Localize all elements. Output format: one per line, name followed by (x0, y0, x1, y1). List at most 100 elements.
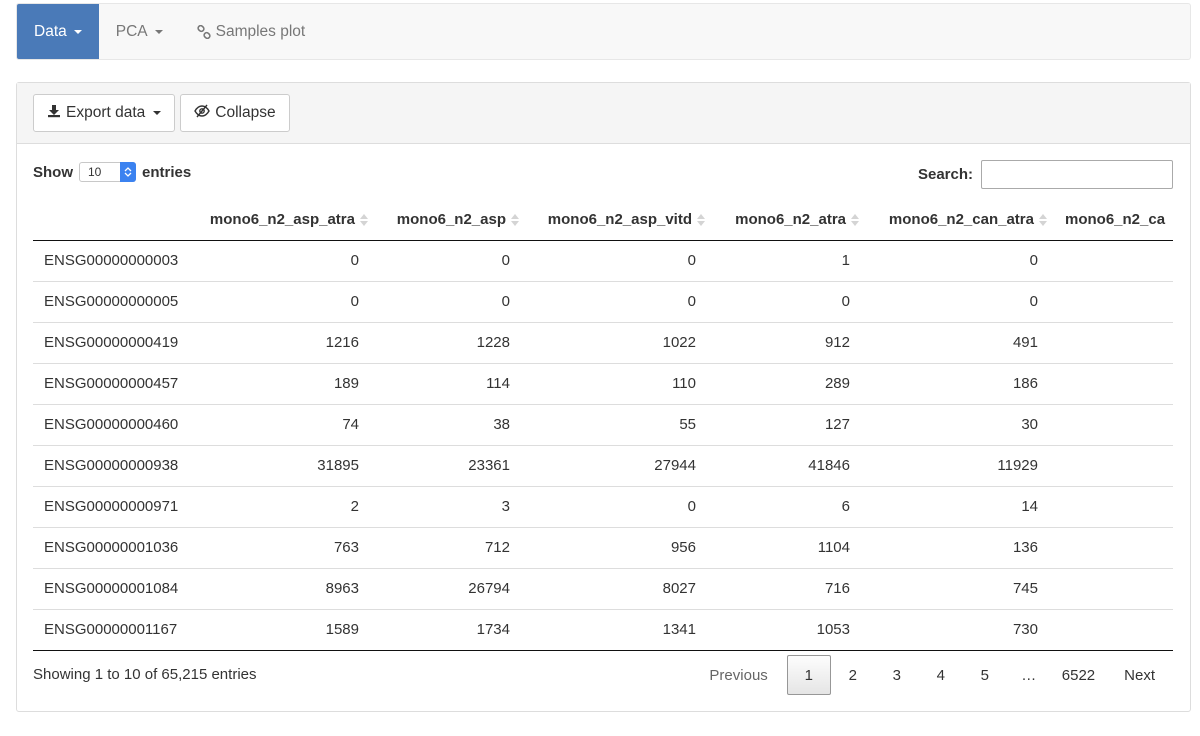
table-cell: 3 (1051, 568, 1173, 610)
collapse-label: Collapse (215, 104, 276, 121)
panel-heading: Export data Collapse (17, 83, 1190, 144)
page-button-2[interactable]: 2 (831, 655, 875, 695)
table-row: ENSG00000000457 189 114 110 289 186 (33, 363, 1173, 405)
table-cell: 3 (372, 486, 523, 528)
table-cell: 1341 (523, 609, 709, 651)
tab-data[interactable]: Data (17, 4, 99, 59)
tab-samples-plot[interactable]: Samples plot (180, 4, 323, 59)
table-cell (1051, 404, 1173, 446)
table-cell: 0 (372, 240, 523, 282)
table-cell: 1589 (195, 609, 372, 651)
table-cell: 55 (523, 404, 709, 446)
export-data-button[interactable]: Export data (33, 94, 176, 132)
column-header[interactable]: mono6_n2_asp (372, 200, 523, 241)
gene-id-cell: ENSG00000000971 (33, 486, 195, 528)
table-cell: 0 (863, 240, 1051, 282)
gene-id-cell: ENSG00000000003 (33, 240, 195, 282)
table-info: Showing 1 to 10 of 65,215 entries (33, 666, 257, 683)
page-button-3[interactable]: 3 (875, 655, 919, 695)
page-button-1[interactable]: 1 (786, 655, 831, 695)
table-cell: 0 (195, 240, 372, 282)
table-cell: 0 (523, 240, 709, 282)
top-navbar: Data PCA Samples plot (16, 3, 1191, 60)
previous-page-button[interactable]: Previous (690, 655, 786, 695)
page-button-5[interactable]: 5 (963, 655, 1007, 695)
table-cell: 1 (709, 240, 863, 282)
table-cell: 289 (709, 363, 863, 405)
page-numbers: 1 2 3 4 5 … 6522 (786, 655, 1106, 695)
column-header[interactable]: mono6_n2_ca (1051, 200, 1173, 241)
next-page-button[interactable]: Next (1106, 655, 1173, 695)
table-cell: 8963 (195, 568, 372, 610)
table-cell: 0 (372, 281, 523, 323)
table-cell: 27944 (523, 445, 709, 487)
export-data-label: Export data (66, 104, 146, 121)
gene-id-cell: ENSG00000000005 (33, 281, 195, 323)
link-icon (196, 24, 211, 39)
table-cell: 912 (709, 322, 863, 364)
column-header-label: mono6_n2_asp_atra (209, 211, 355, 229)
sort-icon (511, 214, 519, 227)
pagination-ellipsis: … (1021, 666, 1037, 684)
eye-slash-icon (194, 104, 211, 123)
gene-id-cell: ENSG00000001167 (33, 609, 195, 651)
search-input[interactable] (981, 160, 1173, 189)
caret-down-icon (154, 29, 163, 34)
tab-pca[interactable]: PCA (99, 4, 180, 59)
table-cell: 1053 (709, 609, 863, 651)
data-panel: Export data Collapse Show 10 entries Sea… (16, 82, 1191, 712)
table-cell: 716 (709, 568, 863, 610)
table-cell: 0 (523, 281, 709, 323)
column-header-label: mono6_n2_asp_vitd (547, 211, 692, 229)
column-header[interactable]: mono6_n2_atra (709, 200, 863, 241)
table-cell: 1104 (709, 527, 863, 569)
column-header-label: mono6_n2_asp (396, 211, 506, 229)
select-updown-icon (120, 162, 136, 182)
table-cell: 0 (523, 486, 709, 528)
table-cell (1051, 240, 1173, 282)
table-row: ENSG00000000005 0 0 0 0 0 (33, 281, 1173, 323)
page-button-4[interactable]: 4 (919, 655, 963, 695)
length-control: Show 10 entries (33, 162, 191, 182)
column-header-label: mono6_n2_atra (735, 211, 846, 229)
table-cell: 6 (709, 486, 863, 528)
table-cell: 745 (863, 568, 1051, 610)
caret-down-icon (73, 29, 82, 34)
table-cell: 2 (195, 486, 372, 528)
table-cell: 11929 (863, 445, 1051, 487)
page-button-6522[interactable]: 6522 (1051, 655, 1106, 695)
column-header[interactable]: mono6_n2_asp_atra (195, 200, 372, 241)
entries-label: entries (142, 163, 192, 181)
table-cell: 74 (195, 404, 372, 446)
table-cell: 41846 (709, 445, 863, 487)
gene-id-cell: ENSG00000000938 (33, 445, 195, 487)
table-row: ENSG00000000460 74 38 55 127 30 (33, 404, 1173, 446)
table-header-row: mono6_n2_asp_atra mono6_n2_asp mono6_n2_as… (33, 200, 1173, 241)
table-cell: 189 (195, 363, 372, 405)
column-header[interactable]: mono6_n2_can_atra (863, 200, 1051, 241)
sort-icon (360, 214, 368, 227)
table-cell: 38 (372, 404, 523, 446)
table-cell (1051, 527, 1173, 569)
table-cell: 127 (709, 404, 863, 446)
entries-select[interactable]: 10 (79, 162, 136, 182)
table-row: ENSG00000001036 763 712 956 1104 136 (33, 527, 1173, 569)
table-cell (1051, 322, 1173, 364)
row-name-header (33, 200, 195, 241)
caret-down-icon (153, 111, 162, 115)
table-cell: 26794 (372, 568, 523, 610)
data-table: mono6_n2_asp_atra mono6_n2_asp mono6_n2_as… (33, 200, 1173, 651)
table-cell: 23361 (372, 445, 523, 487)
table-row: ENSG00000001167 1589 1734 1341 1053 730 (33, 609, 1173, 651)
collapse-button[interactable]: Collapse (180, 94, 290, 132)
table-body: ENSG00000000003 0 0 0 1 0 ENSG00000000005 0 0 0 0 0… (33, 240, 1173, 651)
sort-icon (697, 214, 705, 227)
tab-data-label: Data (34, 22, 67, 40)
column-header[interactable]: mono6_n2_asp_vitd (523, 200, 709, 241)
table-cell: 956 (523, 527, 709, 569)
table-cell: 30 (863, 404, 1051, 446)
column-header-label: mono6_n2_ca (1065, 211, 1166, 229)
download-icon (47, 104, 61, 123)
table-scroll-area[interactable]: mono6_n2_asp_atra mono6_n2_asp mono6_n2_as… (33, 200, 1173, 653)
search-label: Search: (917, 166, 973, 183)
